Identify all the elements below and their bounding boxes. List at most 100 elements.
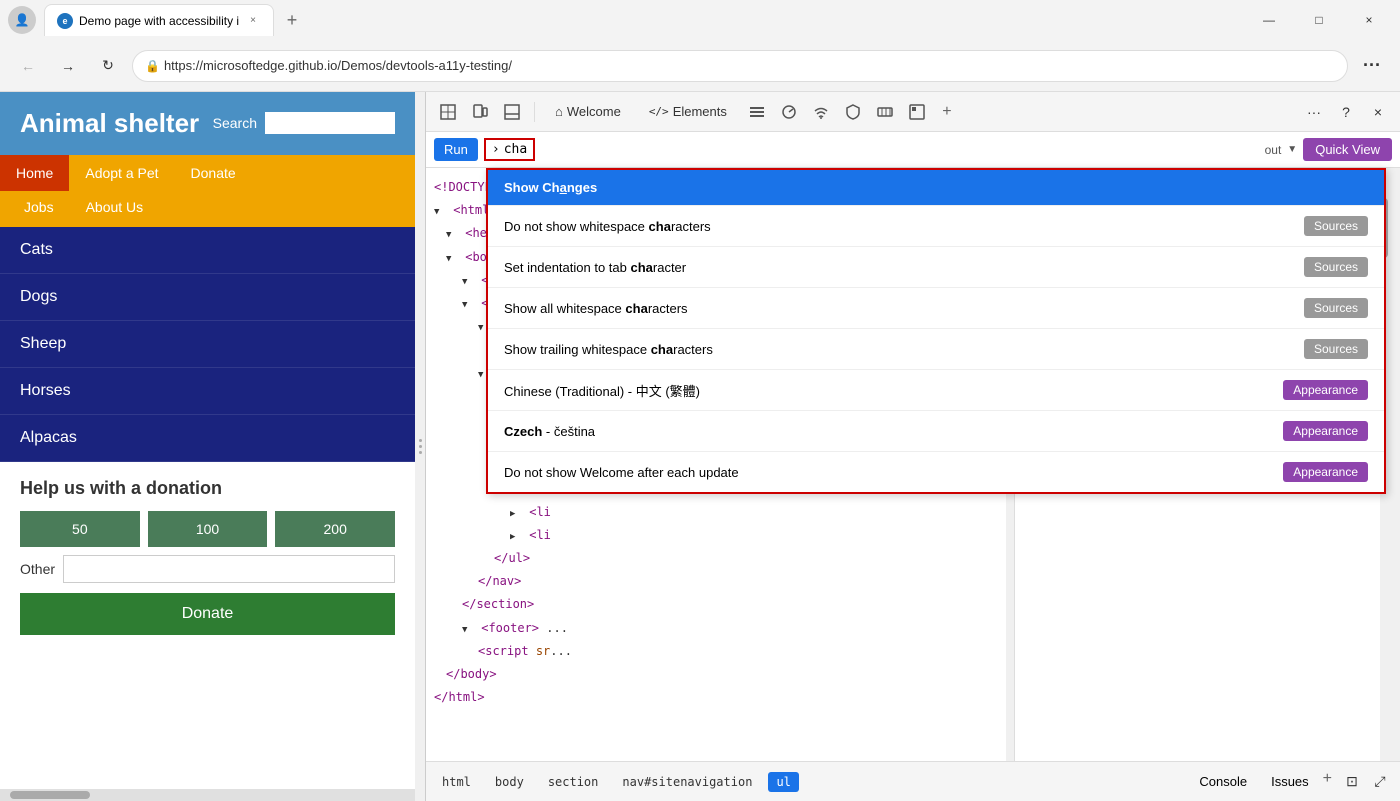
breadcrumb-section[interactable]: section <box>540 772 607 792</box>
security-icon[interactable] <box>839 98 867 126</box>
html-line: </section> <box>430 593 1002 616</box>
address-input[interactable]: 🔒 https://microsoftedge.github.io/Demos/… <box>132 50 1348 82</box>
dropdown-item-all-whitespace[interactable]: Show all whitespace characters Sources <box>488 288 1384 329</box>
back-button[interactable]: ← <box>12 50 44 82</box>
memory-icon[interactable] <box>871 98 899 126</box>
dropdown-item-no-welcome[interactable]: Do not show Welcome after each update Ap… <box>488 452 1384 492</box>
performance-icon[interactable] <box>775 98 803 126</box>
tab-elements[interactable]: </> Elements <box>637 98 739 126</box>
nav-jobs[interactable]: Jobs <box>8 195 70 219</box>
html-line: </body> <box>430 663 1002 686</box>
command-text[interactable]: cha <box>504 142 527 157</box>
breadcrumb-ul[interactable]: ul <box>768 772 798 792</box>
resize-handle[interactable] <box>415 92 425 801</box>
horizontal-scrollbar[interactable] <box>0 789 415 801</box>
toggle-html[interactable] <box>434 201 446 220</box>
devtools-close[interactable]: × <box>1364 98 1392 126</box>
add-console-tab[interactable]: + <box>1323 770 1332 793</box>
devtools-more[interactable]: ··· <box>1300 98 1328 126</box>
breadcrumb-body[interactable]: body <box>487 772 532 792</box>
animal-sheep[interactable]: Sheep <box>0 321 415 368</box>
wifi-icon[interactable] <box>807 98 835 126</box>
sources-badge-1: Sources <box>1304 216 1368 236</box>
amount-100[interactable]: 100 <box>148 511 268 547</box>
application-icon[interactable] <box>903 98 931 126</box>
dropdown-item-trailing-whitespace[interactable]: Show trailing whitespace characters Sour… <box>488 329 1384 370</box>
dropdown-item-indent-tab[interactable]: Set indentation to tab character Sources <box>488 247 1384 288</box>
scroll-thumb-h[interactable] <box>10 791 90 799</box>
toggle-section[interactable] <box>462 294 474 313</box>
expand-icon[interactable]: ⤢ <box>1368 770 1392 794</box>
dropdown-item-no-whitespace[interactable]: Do not show whitespace characters Source… <box>488 206 1384 247</box>
lock-icon: 🔒 <box>145 59 160 73</box>
tab-console[interactable]: Console <box>1189 770 1257 793</box>
chevron-down-icon: ▼ <box>1287 144 1297 155</box>
toggle-li4[interactable] <box>510 503 522 522</box>
address-bar: ← → ↻ 🔒 https://microsoftedge.github.io/… <box>0 40 1400 92</box>
drawer-icon[interactable] <box>498 98 526 126</box>
tab-issues[interactable]: Issues <box>1261 770 1319 793</box>
command-input-wrapper[interactable]: › cha <box>484 138 535 161</box>
page-header: Animal shelter Search <box>0 92 415 155</box>
maximize-button[interactable]: □ <box>1296 4 1342 36</box>
browser-window: 👤 e Demo page with accessibility issu × … <box>0 0 1400 801</box>
out-label: out <box>1265 143 1282 157</box>
command-area: Run › cha out ▼ Quick View Show Changes <box>426 132 1400 168</box>
donate-button[interactable]: Donate <box>20 593 395 635</box>
no-whitespace-text: Do not show whitespace characters <box>504 219 1304 234</box>
search-label: Search <box>213 115 257 131</box>
console-tabs: Console Issues + <box>1189 770 1332 793</box>
other-row: Other <box>20 555 395 583</box>
nav-home[interactable]: Home <box>0 155 69 191</box>
new-tab-button[interactable]: + <box>278 6 306 34</box>
reload-button[interactable]: ↻ <box>92 50 124 82</box>
dropdown-item-chinese[interactable]: Chinese (Traditional) - 中文 (繁體) Appearan… <box>488 370 1384 411</box>
close-button[interactable]: × <box>1346 4 1392 36</box>
breadcrumb-html[interactable]: html <box>434 772 479 792</box>
chinese-text: Chinese (Traditional) - 中文 (繁體) <box>504 381 1283 400</box>
device-icon[interactable] <box>466 98 494 126</box>
home-icon: ⌂ <box>555 104 563 119</box>
active-tab[interactable]: e Demo page with accessibility issu × <box>44 4 274 36</box>
animal-cats[interactable]: Cats <box>0 227 415 274</box>
amount-50[interactable]: 50 <box>20 511 140 547</box>
minimize-button[interactable]: — <box>1246 4 1292 36</box>
breadcrumb-nav[interactable]: nav#sitenavigation <box>614 772 760 792</box>
add-panel-button[interactable]: + <box>935 100 959 124</box>
elements-icon: </> <box>649 105 669 118</box>
html-line: <script sr... <box>430 640 1002 663</box>
nav-about[interactable]: About Us <box>70 195 160 219</box>
amount-200[interactable]: 200 <box>275 511 395 547</box>
tab-close-button[interactable]: × <box>245 13 261 29</box>
tab-bar: e Demo page with accessibility issu × + <box>44 4 1238 36</box>
toggle-li5[interactable] <box>510 526 522 545</box>
animal-horses[interactable]: Horses <box>0 368 415 415</box>
toggle-footer[interactable] <box>462 619 474 638</box>
toggle-header[interactable] <box>462 271 474 290</box>
toggle-head[interactable] <box>446 224 458 243</box>
forward-button[interactable]: → <box>52 50 84 82</box>
devtools-help[interactable]: ? <box>1332 98 1360 126</box>
dropdown-item-show-changes[interactable]: Show Changes <box>488 170 1384 206</box>
nav-adopt[interactable]: Adopt a Pet <box>69 155 174 191</box>
profile-icon[interactable]: 👤 <box>8 6 36 34</box>
animal-alpacas[interactable]: Alpacas <box>0 415 415 462</box>
nav-donate[interactable]: Donate <box>175 155 252 191</box>
tab-welcome[interactable]: ⌂ Welcome <box>543 98 633 126</box>
inspect-icon[interactable] <box>434 98 462 126</box>
network-icon[interactable] <box>743 98 771 126</box>
more-button[interactable]: ··· <box>1356 50 1388 82</box>
dock-icon[interactable]: ⊡ <box>1340 770 1364 794</box>
page-body: Cats Dogs Sheep Horses Alpacas Help us w… <box>0 227 415 789</box>
sub-nav: Jobs About Us <box>0 191 415 227</box>
search-input[interactable] <box>265 112 395 134</box>
other-amount-input[interactable] <box>63 555 395 583</box>
animal-dogs[interactable]: Dogs <box>0 274 415 321</box>
toggle-body[interactable] <box>446 248 458 267</box>
sources-badge-4: Sources <box>1304 339 1368 359</box>
run-button[interactable]: Run <box>434 138 478 161</box>
window-controls: — □ × <box>1246 4 1392 36</box>
quick-view-button[interactable]: Quick View <box>1303 138 1392 161</box>
main-area: Animal shelter Search Home Adopt a Pet D… <box>0 92 1400 801</box>
dropdown-item-czech[interactable]: Czech - češtinа Appearance <box>488 411 1384 452</box>
